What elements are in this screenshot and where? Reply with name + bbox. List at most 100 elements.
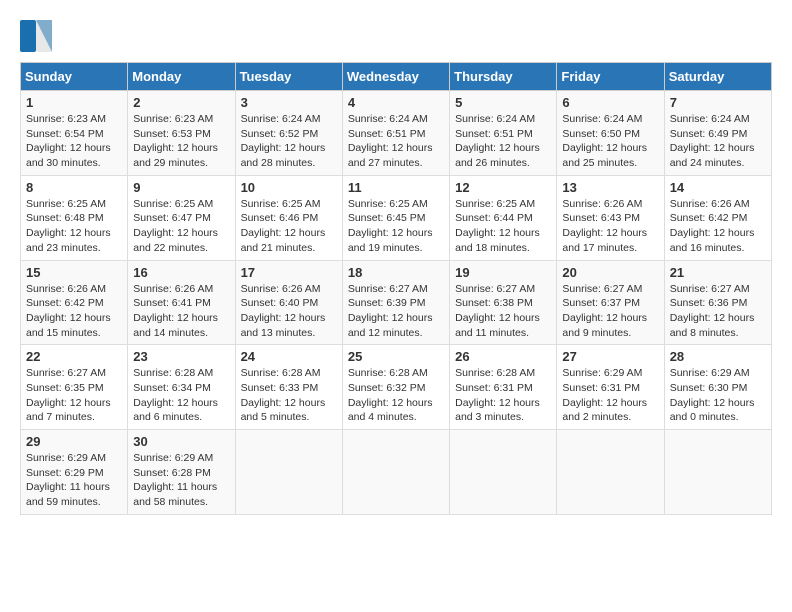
- day-number: 16: [133, 265, 229, 280]
- calendar-cell: 1 Sunrise: 6:23 AM Sunset: 6:54 PM Daylig…: [21, 91, 128, 176]
- day-info: Sunrise: 6:28 AM Sunset: 6:31 PM Dayligh…: [455, 366, 551, 425]
- header-day: Tuesday: [235, 63, 342, 91]
- calendar-cell: 22 Sunrise: 6:27 AM Sunset: 6:35 PM Dayli…: [21, 345, 128, 430]
- calendar-cell: 16 Sunrise: 6:26 AM Sunset: 6:41 PM Dayli…: [128, 260, 235, 345]
- calendar-cell: [664, 430, 771, 515]
- day-info: Sunrise: 6:24 AM Sunset: 6:52 PM Dayligh…: [241, 112, 337, 171]
- header: [20, 20, 772, 52]
- day-number: 19: [455, 265, 551, 280]
- day-info: Sunrise: 6:24 AM Sunset: 6:51 PM Dayligh…: [455, 112, 551, 171]
- calendar-week: 15 Sunrise: 6:26 AM Sunset: 6:42 PM Dayli…: [21, 260, 772, 345]
- calendar-cell: [342, 430, 449, 515]
- header-day: Thursday: [450, 63, 557, 91]
- day-info: Sunrise: 6:23 AM Sunset: 6:54 PM Dayligh…: [26, 112, 122, 171]
- day-number: 9: [133, 180, 229, 195]
- day-number: 11: [348, 180, 444, 195]
- day-info: Sunrise: 6:29 AM Sunset: 6:31 PM Dayligh…: [562, 366, 658, 425]
- day-number: 5: [455, 95, 551, 110]
- logo-icon: [20, 20, 52, 52]
- header-row: SundayMondayTuesdayWednesdayThursdayFrid…: [21, 63, 772, 91]
- day-info: Sunrise: 6:26 AM Sunset: 6:42 PM Dayligh…: [26, 282, 122, 341]
- day-info: Sunrise: 6:27 AM Sunset: 6:39 PM Dayligh…: [348, 282, 444, 341]
- day-number: 1: [26, 95, 122, 110]
- header-day: Saturday: [664, 63, 771, 91]
- day-info: Sunrise: 6:26 AM Sunset: 6:43 PM Dayligh…: [562, 197, 658, 256]
- day-number: 26: [455, 349, 551, 364]
- day-number: 30: [133, 434, 229, 449]
- calendar-cell: 3 Sunrise: 6:24 AM Sunset: 6:52 PM Daylig…: [235, 91, 342, 176]
- calendar-week: 1 Sunrise: 6:23 AM Sunset: 6:54 PM Daylig…: [21, 91, 772, 176]
- day-info: Sunrise: 6:27 AM Sunset: 6:37 PM Dayligh…: [562, 282, 658, 341]
- day-info: Sunrise: 6:26 AM Sunset: 6:41 PM Dayligh…: [133, 282, 229, 341]
- header-day: Monday: [128, 63, 235, 91]
- calendar-cell: 15 Sunrise: 6:26 AM Sunset: 6:42 PM Dayli…: [21, 260, 128, 345]
- calendar-body: 1 Sunrise: 6:23 AM Sunset: 6:54 PM Daylig…: [21, 91, 772, 515]
- day-info: Sunrise: 6:26 AM Sunset: 6:40 PM Dayligh…: [241, 282, 337, 341]
- day-number: 28: [670, 349, 766, 364]
- header-day: Friday: [557, 63, 664, 91]
- header-day: Sunday: [21, 63, 128, 91]
- calendar-week: 22 Sunrise: 6:27 AM Sunset: 6:35 PM Dayli…: [21, 345, 772, 430]
- calendar-cell: 7 Sunrise: 6:24 AM Sunset: 6:49 PM Daylig…: [664, 91, 771, 176]
- day-number: 3: [241, 95, 337, 110]
- day-number: 12: [455, 180, 551, 195]
- calendar-cell: 27 Sunrise: 6:29 AM Sunset: 6:31 PM Dayli…: [557, 345, 664, 430]
- day-number: 7: [670, 95, 766, 110]
- calendar-cell: 21 Sunrise: 6:27 AM Sunset: 6:36 PM Dayli…: [664, 260, 771, 345]
- calendar-header: SundayMondayTuesdayWednesdayThursdayFrid…: [21, 63, 772, 91]
- day-info: Sunrise: 6:27 AM Sunset: 6:38 PM Dayligh…: [455, 282, 551, 341]
- calendar-cell: 24 Sunrise: 6:28 AM Sunset: 6:33 PM Dayli…: [235, 345, 342, 430]
- day-number: 17: [241, 265, 337, 280]
- calendar-cell: 10 Sunrise: 6:25 AM Sunset: 6:46 PM Dayli…: [235, 175, 342, 260]
- day-info: Sunrise: 6:28 AM Sunset: 6:33 PM Dayligh…: [241, 366, 337, 425]
- day-number: 14: [670, 180, 766, 195]
- calendar-cell: 20 Sunrise: 6:27 AM Sunset: 6:37 PM Dayli…: [557, 260, 664, 345]
- calendar-cell: 4 Sunrise: 6:24 AM Sunset: 6:51 PM Daylig…: [342, 91, 449, 176]
- day-number: 6: [562, 95, 658, 110]
- calendar-cell: 29 Sunrise: 6:29 AM Sunset: 6:29 PM Dayli…: [21, 430, 128, 515]
- day-info: Sunrise: 6:24 AM Sunset: 6:49 PM Dayligh…: [670, 112, 766, 171]
- calendar-cell: 9 Sunrise: 6:25 AM Sunset: 6:47 PM Daylig…: [128, 175, 235, 260]
- calendar-cell: [235, 430, 342, 515]
- day-number: 27: [562, 349, 658, 364]
- calendar-cell: 5 Sunrise: 6:24 AM Sunset: 6:51 PM Daylig…: [450, 91, 557, 176]
- day-number: 10: [241, 180, 337, 195]
- calendar-cell: 18Sunrise: 6:27 AM Sunset: 6:39 PM Dayli…: [342, 260, 449, 345]
- calendar-cell: 6Sunrise: 6:24 AM Sunset: 6:50 PM Daylig…: [557, 91, 664, 176]
- day-number: 8: [26, 180, 122, 195]
- day-info: Sunrise: 6:27 AM Sunset: 6:36 PM Dayligh…: [670, 282, 766, 341]
- calendar-cell: 2Sunrise: 6:23 AM Sunset: 6:53 PM Daylig…: [128, 91, 235, 176]
- day-number: 20: [562, 265, 658, 280]
- calendar-cell: 26 Sunrise: 6:28 AM Sunset: 6:31 PM Dayli…: [450, 345, 557, 430]
- calendar-week: 29 Sunrise: 6:29 AM Sunset: 6:29 PM Dayli…: [21, 430, 772, 515]
- day-info: Sunrise: 6:28 AM Sunset: 6:32 PM Dayligh…: [348, 366, 444, 425]
- calendar-cell: 19 Sunrise: 6:27 AM Sunset: 6:38 PM Dayli…: [450, 260, 557, 345]
- day-info: Sunrise: 6:25 AM Sunset: 6:45 PM Dayligh…: [348, 197, 444, 256]
- day-info: Sunrise: 6:25 AM Sunset: 6:47 PM Dayligh…: [133, 197, 229, 256]
- calendar-cell: 23Sunrise: 6:28 AM Sunset: 6:34 PM Dayli…: [128, 345, 235, 430]
- day-number: 13: [562, 180, 658, 195]
- day-info: Sunrise: 6:27 AM Sunset: 6:35 PM Dayligh…: [26, 366, 122, 425]
- day-info: Sunrise: 6:25 AM Sunset: 6:48 PM Dayligh…: [26, 197, 122, 256]
- day-info: Sunrise: 6:29 AM Sunset: 6:29 PM Dayligh…: [26, 451, 122, 510]
- day-number: 29: [26, 434, 122, 449]
- calendar-cell: 11 Sunrise: 6:25 AM Sunset: 6:45 PM Dayli…: [342, 175, 449, 260]
- day-number: 4: [348, 95, 444, 110]
- calendar-cell: 28 Sunrise: 6:29 AM Sunset: 6:30 PM Dayli…: [664, 345, 771, 430]
- day-number: 21: [670, 265, 766, 280]
- day-number: 24: [241, 349, 337, 364]
- header-day: Wednesday: [342, 63, 449, 91]
- day-number: 25: [348, 349, 444, 364]
- day-info: Sunrise: 6:24 AM Sunset: 6:51 PM Dayligh…: [348, 112, 444, 171]
- calendar-cell: 30Sunrise: 6:29 AM Sunset: 6:28 PM Dayli…: [128, 430, 235, 515]
- calendar-cell: 12Sunrise: 6:25 AM Sunset: 6:44 PM Dayli…: [450, 175, 557, 260]
- calendar-cell: 17 Sunrise: 6:26 AM Sunset: 6:40 PM Dayli…: [235, 260, 342, 345]
- day-number: 15: [26, 265, 122, 280]
- day-info: Sunrise: 6:23 AM Sunset: 6:53 PM Dayligh…: [133, 112, 229, 171]
- logo: [20, 20, 54, 52]
- day-number: 23: [133, 349, 229, 364]
- calendar-cell: 13 Sunrise: 6:26 AM Sunset: 6:43 PM Dayli…: [557, 175, 664, 260]
- day-number: 22: [26, 349, 122, 364]
- day-info: Sunrise: 6:25 AM Sunset: 6:46 PM Dayligh…: [241, 197, 337, 256]
- day-info: Sunrise: 6:29 AM Sunset: 6:30 PM Dayligh…: [670, 366, 766, 425]
